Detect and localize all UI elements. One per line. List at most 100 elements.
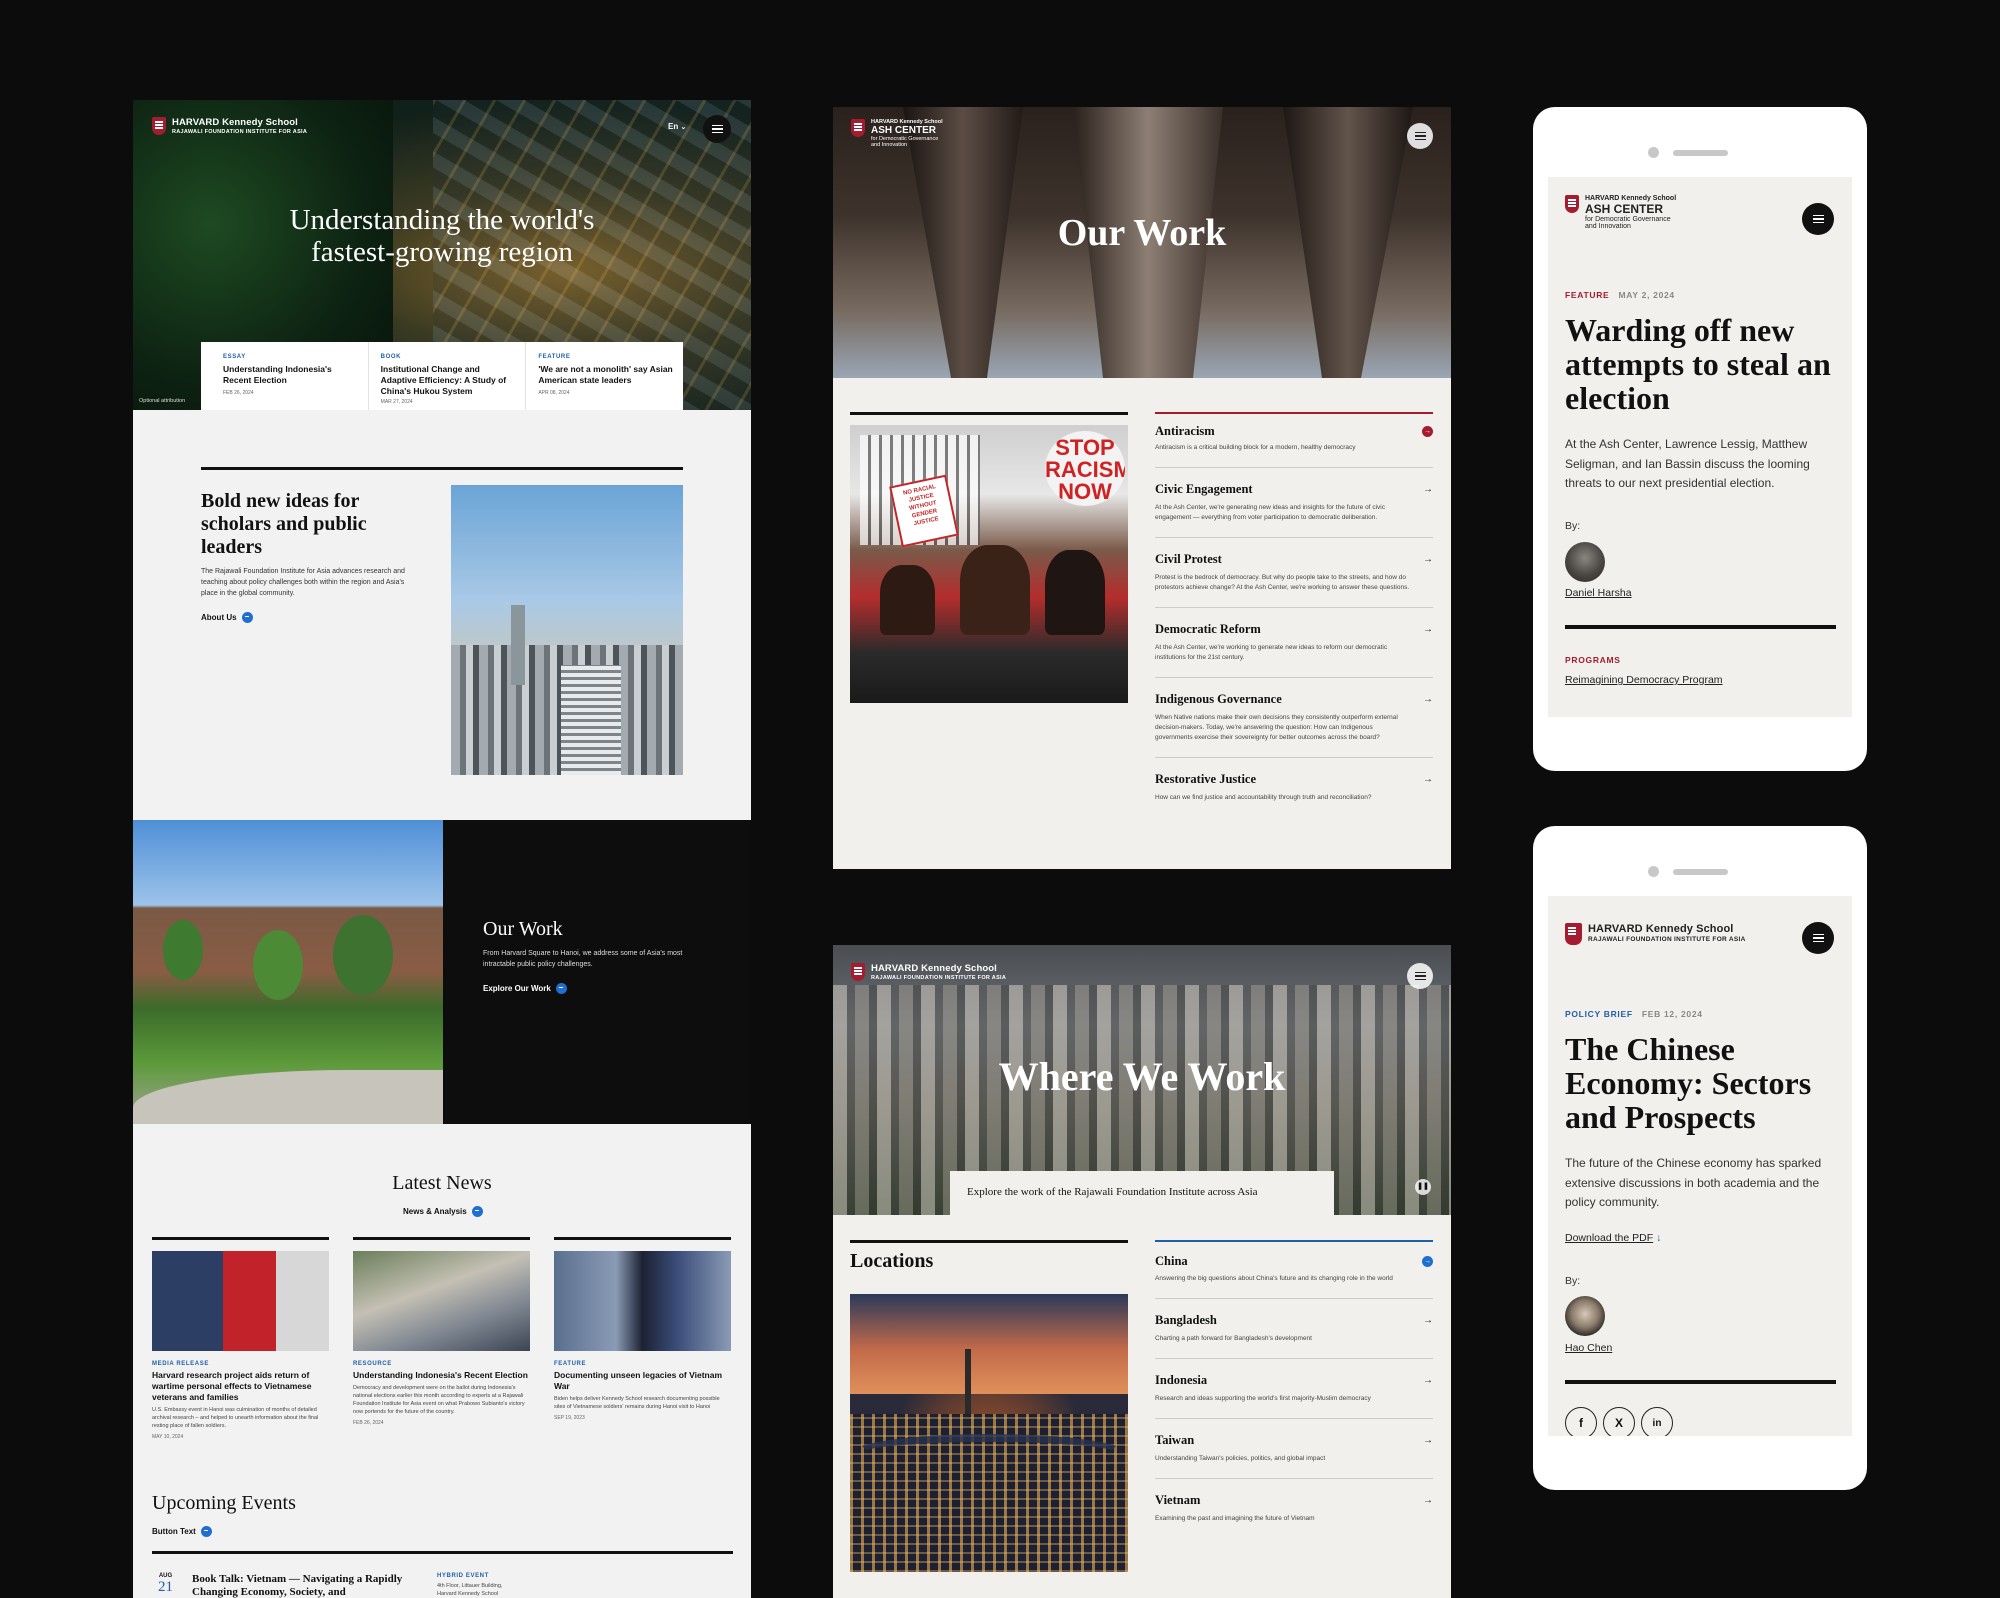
news-kicker: FEATURE [554,1361,587,1367]
harvard-shield-icon [152,117,166,135]
news-card[interactable]: MEDIA RELEASE Harvard research project a… [152,1237,329,1440]
about-us-label: About Us [201,613,237,622]
locations-title: Locations [850,1250,934,1272]
card-kicker: BOOK [380,354,402,360]
harvard-shield-icon [851,119,865,137]
location-description: Research and ideas supporting the world'… [1155,1395,1371,1402]
menu-button[interactable] [703,115,731,143]
x-twitter-icon[interactable]: X [1603,1407,1635,1436]
topic-item-antiracism[interactable]: Antiracism Antiracism is a critical buil… [1155,412,1433,467]
topic-item-civic-engagement[interactable]: Civic Engagement At the Ash Center, we'r… [1155,467,1433,537]
about-us-link[interactable]: About Us [201,612,253,623]
phone-speaker [1673,869,1728,875]
news-summary: Democracy and development were on the ba… [353,1385,525,1415]
news-date: SEP 19, 2023 [554,1415,585,1421]
ash-center-logo[interactable]: HARVARD Kennedy School ASH CENTER for De… [851,119,943,148]
menu-button[interactable] [1407,963,1433,989]
news-date: FEB 26, 2024 [353,1420,384,1426]
article-date: FEB 12, 2024 [1641,1009,1703,1019]
topic-item-democratic-reform[interactable]: Democratic Reform At the Ash Center, we'… [1155,607,1433,677]
events-button[interactable]: Button Text [152,1526,212,1537]
location-item-indonesia[interactable]: Indonesia Research and ideas supporting … [1155,1358,1433,1418]
card-kicker: ESSAY [223,354,246,360]
ourwork-body: From Harvard Square to Hanoi, we address… [483,950,683,968]
article-divider [1565,1380,1836,1384]
news-card[interactable]: RESOURCE Understanding Indonesia's Recen… [353,1237,530,1440]
protest-sign: STOP RACISM NOW [1045,431,1125,506]
logo-subtitle-2: and Innovation [871,142,908,148]
explore-our-work-link[interactable]: Explore Our Work [483,983,567,994]
author-avatar[interactable] [1565,1296,1605,1336]
hks-logo[interactable]: HARVARD Kennedy School RAJAWALI FOUNDATI… [152,117,307,135]
article-meta: POLICY BRIEF FEB 12, 2024 [1565,1009,1703,1019]
mobile-article-mockup-1: HARVARD Kennedy School ASH CENTER for De… [1533,107,1867,771]
arrow-circle-icon [241,612,253,623]
ourwork-band: Our Work From Harvard Square to Hanoi, w… [133,820,751,1124]
arrow-right-icon: → [1423,1315,1433,1326]
pause-button[interactable]: ❚❚ [1415,1179,1431,1195]
skyline-image [451,485,683,775]
byline-label: By: [1565,1275,1581,1287]
news-summary: Biden helps deliver Kennedy School resea… [554,1396,720,1410]
featured-card[interactable]: BOOK Institutional Change and Adaptive E… [369,342,527,410]
hks-logo[interactable]: HARVARD Kennedy School RAJAWALI FOUNDATI… [1565,923,1746,945]
article-summary: The future of the Chinese economy has sp… [1565,1156,1822,1209]
menu-button[interactable] [1802,922,1834,954]
location-item-vietnam[interactable]: Vietnam Examining the past and imagining… [1155,1478,1433,1538]
menu-button[interactable] [1802,203,1834,235]
facebook-icon[interactable]: f [1565,1407,1597,1436]
social-share: f X in [1565,1407,1679,1436]
arrow-right-icon: → [1423,1435,1433,1446]
download-icon: ↓ [1656,1232,1662,1244]
location-description: Understanding Taiwan's policies, politic… [1155,1455,1326,1462]
article-title: Warding off new attempts to steal an ele… [1565,312,1831,416]
article-title: The Chinese Economy: Sectors and Prospec… [1565,1031,1812,1135]
location-item-bangladesh[interactable]: Bangladesh Charting a path forward for B… [1155,1298,1433,1358]
arrow-circle-icon: → [1422,1256,1433,1267]
topic-item-indigenous-governance[interactable]: Indigenous Governance When Native nation… [1155,677,1433,757]
author-link[interactable]: Hao Chen [1565,1342,1612,1354]
phone-screen: HARVARD Kennedy School ASH CENTER for De… [1548,177,1852,717]
topic-item-restorative-justice[interactable]: Restorative Justice How can we find just… [1155,757,1433,817]
topic-title: Civil Protest [1155,552,1222,566]
news-kicker: MEDIA RELEASE [152,1361,209,1367]
download-pdf-link[interactable]: Download the PDF ↓ [1565,1232,1661,1244]
where-tagline-text: Explore the work of the Rajawali Foundat… [967,1186,1258,1198]
ash-center-logo[interactable]: HARVARD Kennedy School ASH CENTER for De… [1565,195,1676,230]
topic-title: Democratic Reform [1155,622,1261,636]
where-tagline: Explore the work of the Rajawali Foundat… [950,1171,1334,1215]
logo-title: ASH CENTER [871,125,937,136]
events-divider [152,1551,733,1554]
where-we-work-page-mockup: HARVARD Kennedy School RAJAWALI FOUNDATI… [833,945,1451,1598]
news-headline: Harvard research project aids return of … [152,1370,312,1402]
topic-title: Antiracism [1155,424,1215,438]
program-link[interactable]: Reimagining Democracy Program [1565,674,1723,686]
language-selector[interactable]: En ⌄ [668,122,686,131]
logo-subtitle-2: and Innovation [1585,223,1631,230]
hks-logo[interactable]: HARVARD Kennedy School RAJAWALI FOUNDATI… [851,963,1006,981]
about-body: The Rajawali Foundation Institute for As… [201,568,405,597]
location-title: Taiwan [1155,1433,1195,1447]
topic-item-civil-protest[interactable]: Civil Protest Protest is the bedrock of … [1155,537,1433,607]
featured-card[interactable]: FEATURE 'We are not a monolith' say Asia… [526,342,683,410]
menu-button[interactable] [1407,123,1433,149]
logo-title: HARVARD Kennedy School [172,117,298,128]
news-analysis-link[interactable]: News & Analysis [403,1206,483,1217]
author-avatar[interactable] [1565,542,1605,582]
card-date: APR 08, 2024 [538,390,570,396]
author-link[interactable]: Daniel Harsha [1565,587,1632,599]
event-day: 21 [158,1579,173,1595]
arrow-circle-icon: → [1422,426,1433,437]
news-card[interactable]: FEATURE Documenting unseen legacies of V… [554,1237,731,1440]
ourwork-hero: HARVARD Kennedy School ASH CENTER for De… [833,107,1451,378]
location-item-china[interactable]: China Answering the big questions about … [1155,1240,1433,1298]
card-kicker: FEATURE [538,354,571,360]
logo-title: HARVARD Kennedy School [1588,923,1734,935]
logo-subtitle: RAJAWALI FOUNDATION INSTITUTE FOR ASIA [871,975,1007,981]
location-item-taiwan[interactable]: Taiwan Understanding Taiwan's policies, … [1155,1418,1433,1478]
protest-image: STOP RACISM NOW NO RACIAL JUSTICE WITHOU… [850,425,1128,703]
featured-card[interactable]: ESSAY Understanding Indonesia's Recent E… [201,342,369,410]
city-night-image [850,1294,1128,1572]
card-title: 'We are not a monolith' say Asian Americ… [538,364,673,385]
linkedin-icon[interactable]: in [1641,1407,1673,1436]
